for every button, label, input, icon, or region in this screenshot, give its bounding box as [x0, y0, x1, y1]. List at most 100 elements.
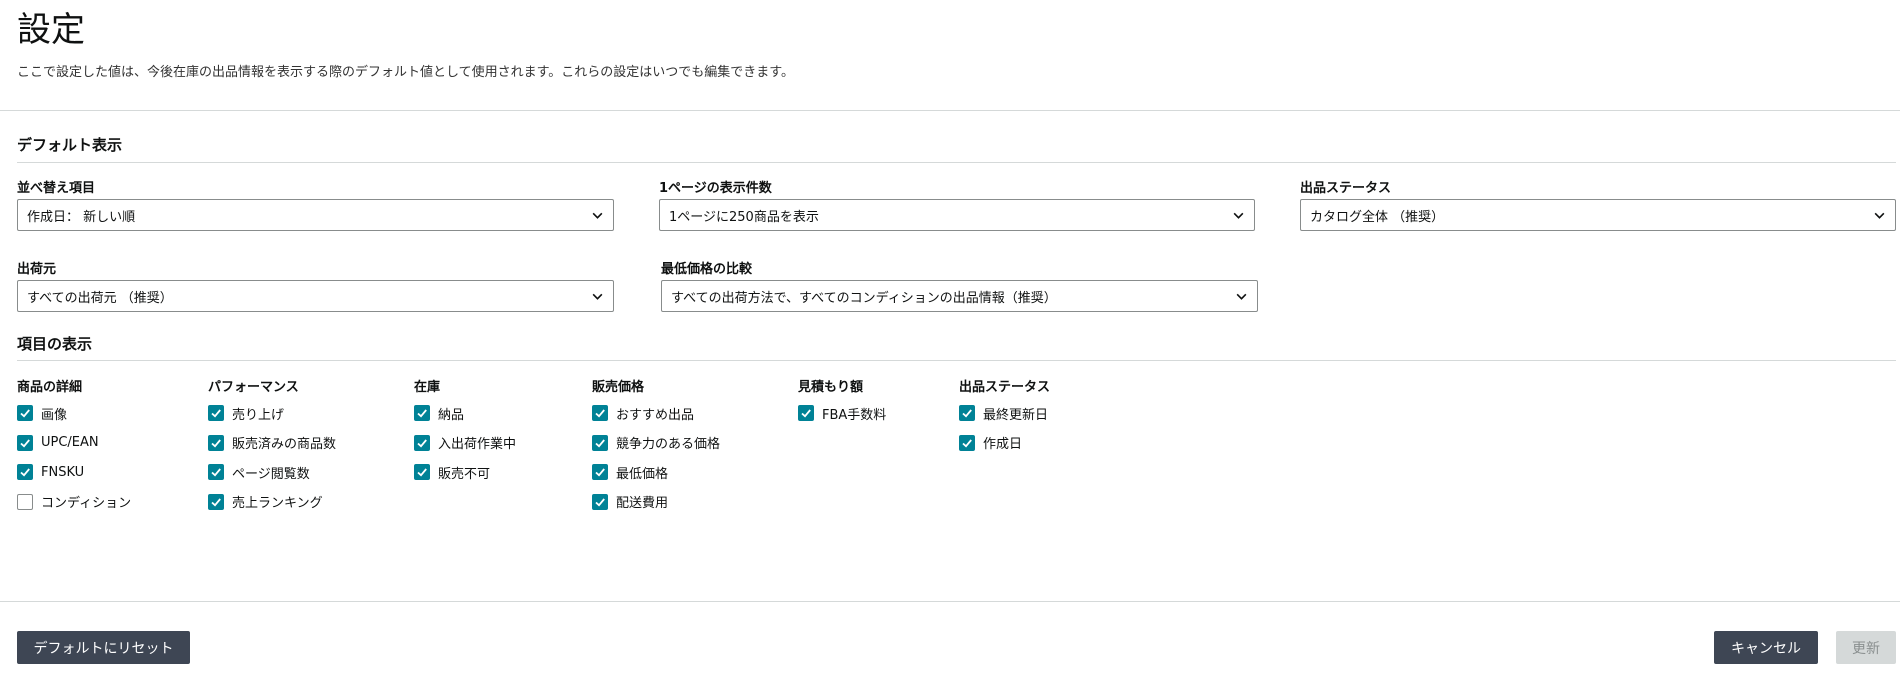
- checkbox-checked[interactable]: [798, 405, 814, 421]
- column-group-title: 商品の詳細: [17, 380, 83, 395]
- checkbox-label: ページ閲覧数: [232, 466, 310, 482]
- column-checkbox-option[interactable]: おすすめ出品: [592, 405, 720, 423]
- listing-status-label: 出品ステータス: [1300, 181, 1392, 196]
- per-page-select[interactable]: 1ページに250商品を表示: [659, 199, 1255, 231]
- checkmark-icon: [20, 409, 30, 418]
- checkbox-label: 販売不可: [438, 466, 491, 482]
- checkbox-checked[interactable]: [592, 434, 608, 451]
- cancel-button[interactable]: キャンセル: [1714, 631, 1818, 664]
- chevron-down-icon: [1233, 212, 1244, 219]
- column-checkbox-option[interactable]: 最低価格: [592, 464, 720, 482]
- checkmark-icon: [211, 497, 221, 506]
- checkbox-checked[interactable]: [17, 434, 33, 451]
- per-page-label: 1ページの表示件数: [659, 181, 772, 196]
- checkbox-label: UPC/EAN: [41, 435, 99, 450]
- header-divider: [0, 110, 1900, 111]
- column-group-title: 販売価格: [592, 380, 645, 395]
- page-description: ここで設定した値は、今後在庫の出品情報を表示する際のデフォルト値として使用されま…: [17, 65, 795, 80]
- checkbox-checked[interactable]: [414, 405, 430, 421]
- reset-default-button[interactable]: デフォルトにリセット: [17, 631, 190, 664]
- chevron-down-icon: [592, 212, 603, 219]
- listing-status-select[interactable]: カタログ全体 （推奨）: [1300, 199, 1896, 231]
- checkmark-icon: [20, 468, 30, 477]
- column-checkbox-option[interactable]: 売り上げ: [208, 405, 336, 423]
- per-page-field: 1ページの表示件数 1ページに250商品を表示: [659, 177, 1255, 231]
- checkmark-icon: [211, 438, 221, 447]
- checkbox-label: 売上ランキング: [232, 496, 323, 511]
- column-checkbox-option[interactable]: 作成日: [959, 434, 1050, 452]
- section-title-columns: 項目の表示: [17, 335, 93, 353]
- fulfillment-field: 出荷元 すべての出荷元 （推奨）: [17, 258, 614, 312]
- checkbox-checked[interactable]: [414, 434, 430, 451]
- column-checkbox-option[interactable]: 競争力のある価格: [592, 434, 721, 452]
- checkbox-label: 競争力のある価格: [616, 437, 721, 452]
- checkbox-label: 最低価格: [616, 466, 669, 482]
- column-group: 見積もり額 FBA手数料: [798, 376, 886, 435]
- checkmark-icon: [595, 468, 605, 477]
- fulfillment-label: 出荷元: [17, 262, 57, 277]
- column-group: 出品ステータス 最終更新日 作成日: [959, 376, 1050, 464]
- checkmark-icon: [417, 409, 427, 418]
- chevron-down-icon: [1874, 212, 1885, 219]
- checkmark-icon: [417, 438, 427, 447]
- update-button[interactable]: 更新: [1836, 631, 1896, 664]
- column-group-title: 見積もり額: [798, 380, 864, 395]
- checkbox-label: おすすめ出品: [616, 407, 695, 423]
- column-group-title: パフォーマンス: [208, 380, 299, 395]
- listing-status-field: 出品ステータス カタログ全体 （推奨）: [1300, 177, 1896, 231]
- checkbox-checked[interactable]: [592, 493, 608, 510]
- page-title: 設定: [17, 10, 85, 50]
- checkbox-checked[interactable]: [208, 405, 224, 421]
- checkbox-label: 作成日: [983, 437, 1023, 452]
- sort-select[interactable]: 作成日： 新しい順: [17, 199, 614, 231]
- page-header: 設定 ここで設定した値は、今後在庫の出品情報を表示する際のデフォルト値として使用…: [17, 8, 1883, 80]
- checkbox-checked[interactable]: [208, 434, 224, 451]
- column-checkbox-option[interactable]: 販売不可: [414, 464, 516, 482]
- lowest-price-select-value: すべての出荷方法で、すべてのコンディションの出品情報（推奨）: [671, 290, 1057, 306]
- checkmark-icon: [417, 468, 427, 477]
- checkbox-label: 販売済みの商品数: [232, 437, 337, 452]
- column-checkbox-option[interactable]: 入出荷作業中: [414, 434, 517, 452]
- column-checkbox-option[interactable]: 販売済みの商品数: [208, 434, 337, 452]
- checkbox-checked[interactable]: [17, 464, 33, 480]
- section-divider: [17, 360, 1896, 361]
- column-group: 販売価格おすすめ出品競争力のある価格 最低価格配送費用: [592, 376, 720, 523]
- column-checkbox-option[interactable]: FNSKU: [17, 464, 131, 480]
- footer-divider: [0, 601, 1900, 602]
- checkbox-checked[interactable]: [208, 493, 224, 510]
- sort-select-value: 作成日： 新しい順: [27, 209, 136, 225]
- checkbox-checked[interactable]: [592, 464, 608, 480]
- checkbox-label: 入出荷作業中: [438, 437, 517, 452]
- checkbox-unchecked[interactable]: [17, 493, 33, 510]
- checkbox-label: FBA手数料: [822, 407, 887, 423]
- column-checkbox-option[interactable]: 画像: [17, 405, 131, 423]
- checkbox-checked[interactable]: [17, 405, 33, 421]
- sort-label: 並べ替え項目: [17, 181, 96, 196]
- listing-status-select-value: カタログ全体 （推奨）: [1310, 209, 1445, 225]
- checkbox-checked[interactable]: [592, 405, 608, 421]
- column-checkbox-option[interactable]: 配送費用: [592, 493, 720, 511]
- fulfillment-select-value: すべての出荷元 （推奨）: [27, 290, 173, 306]
- column-group: 商品の詳細画像 UPC/EAN FNSKU コンディション: [17, 376, 131, 523]
- checkmark-icon: [211, 468, 221, 477]
- checkbox-label: コンディション: [41, 496, 132, 511]
- column-checkbox-option[interactable]: コンディション: [17, 493, 132, 511]
- column-checkbox-option[interactable]: 売上ランキング: [208, 493, 336, 511]
- lowest-price-select[interactable]: すべての出荷方法で、すべてのコンディションの出品情報（推奨）: [661, 280, 1258, 312]
- checkmark-icon: [595, 438, 605, 447]
- column-checkbox-option[interactable]: 納品: [414, 405, 516, 423]
- column-checkbox-option[interactable]: 最終更新日: [959, 405, 1050, 423]
- checkbox-checked[interactable]: [208, 464, 224, 480]
- fulfillment-select[interactable]: すべての出荷元 （推奨）: [17, 280, 614, 312]
- chevron-down-icon: [1236, 293, 1247, 300]
- checkbox-checked[interactable]: [959, 434, 975, 451]
- checkbox-label: 画像: [41, 407, 68, 423]
- column-checkbox-option[interactable]: UPC/EAN: [17, 434, 131, 451]
- checkbox-checked[interactable]: [959, 405, 975, 421]
- column-checkbox-option[interactable]: ページ閲覧数: [208, 464, 336, 482]
- section-divider: [17, 162, 1896, 163]
- checkbox-label: 最終更新日: [983, 407, 1049, 423]
- checkbox-checked[interactable]: [414, 464, 430, 480]
- column-checkbox-option[interactable]: FBA手数料: [798, 405, 887, 423]
- checkmark-icon: [595, 497, 605, 506]
